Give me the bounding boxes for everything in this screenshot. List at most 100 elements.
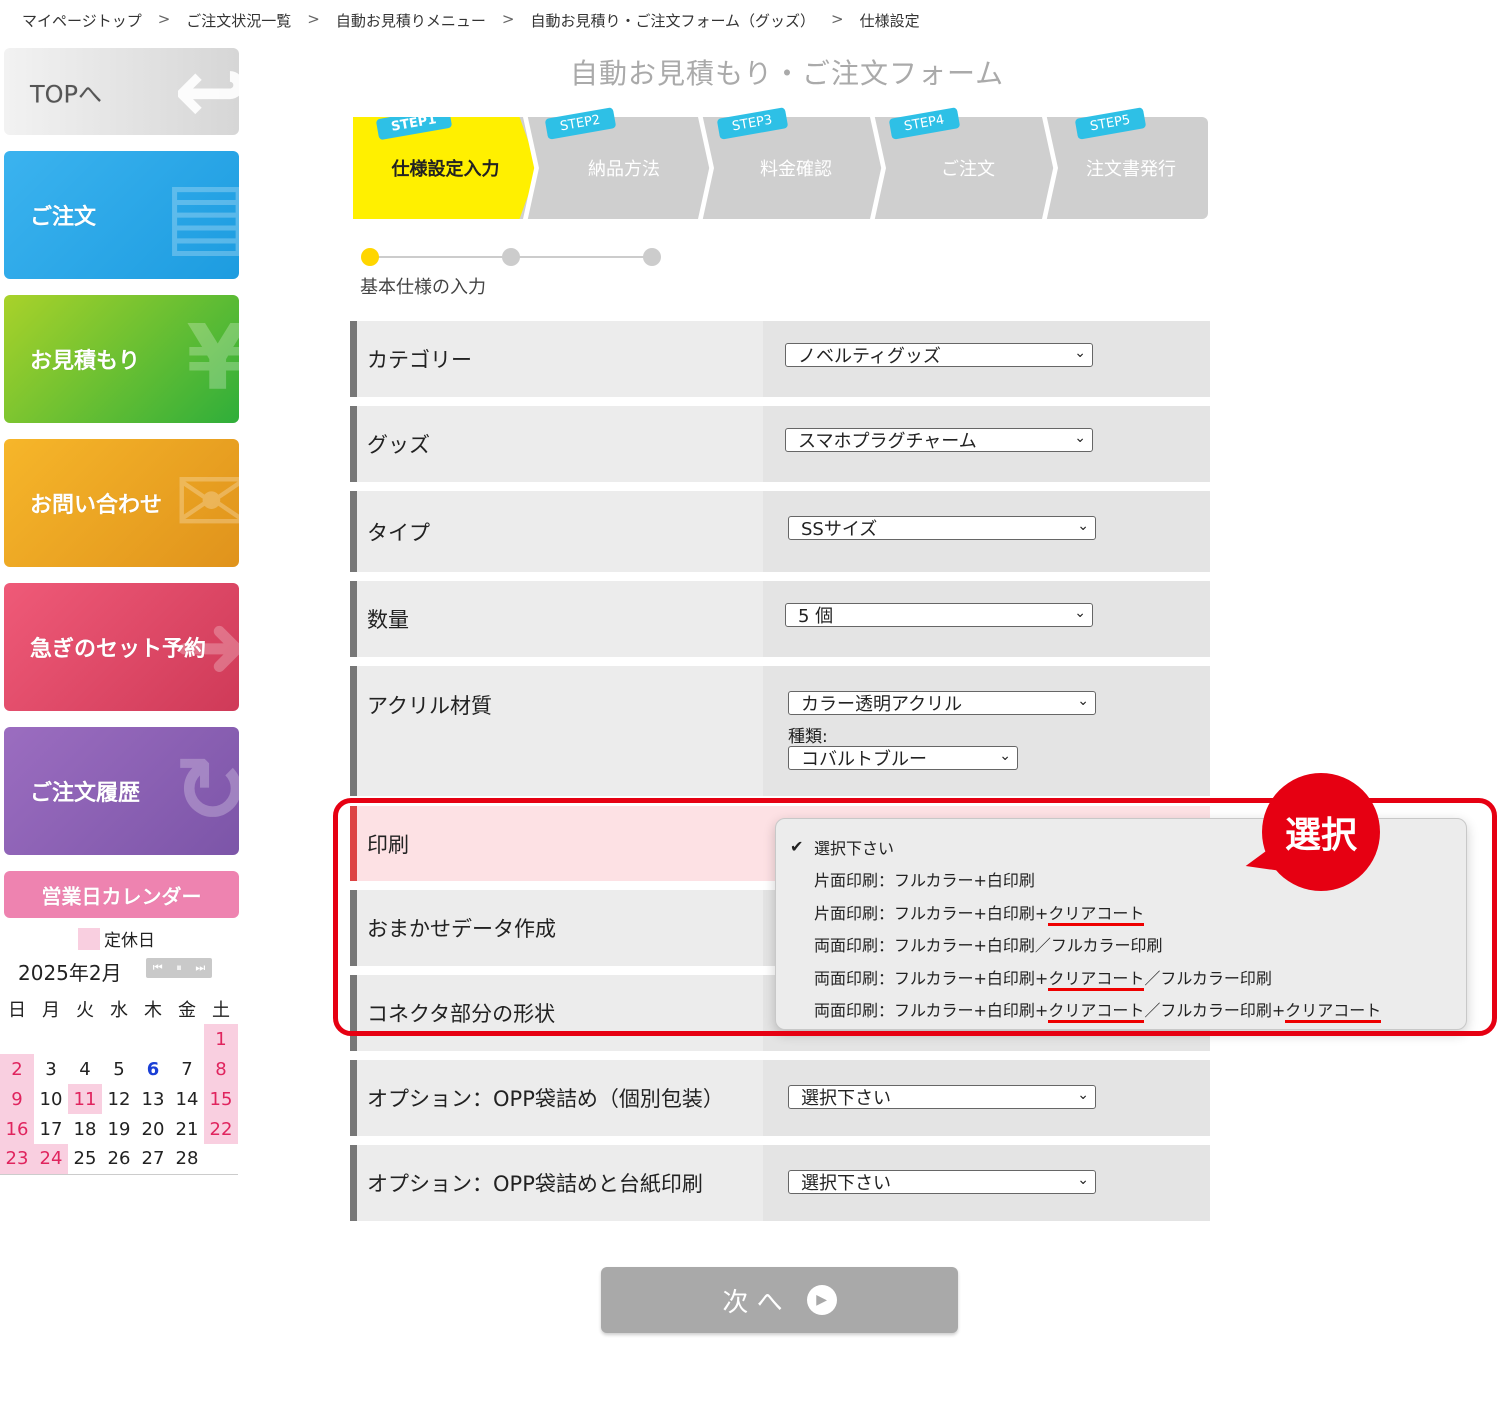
field-label: タイプ [357, 491, 763, 572]
kind-label: 種類: [788, 727, 828, 747]
calendar-day: 14 [175, 1088, 199, 1110]
field-label: アクリル材質 [357, 666, 763, 796]
select-value: 選択下さい [801, 1173, 891, 1194]
progress-dot [502, 248, 520, 266]
select-value: コバルトブルー [801, 749, 927, 770]
step-label: 料金確認 [760, 159, 832, 180]
step-3: STEP3 料金確認 [710, 107, 882, 219]
history-icon: ↻ [173, 738, 239, 843]
opp-select[interactable]: 選択下さい ⌄ [788, 1085, 1096, 1109]
sidebar-inquiry-button[interactable]: ✉ お問い合わせ [4, 439, 239, 567]
crumb-order-status[interactable]: ご注文状況一覧 [186, 10, 291, 31]
calendar-day: 4 [79, 1058, 91, 1080]
crumb-separator: > [831, 10, 844, 28]
step-label: 仕様設定入力 [391, 159, 500, 180]
page-title: 自動お見積もり・ご注文フォーム [570, 57, 1005, 90]
weekday: 火 [76, 1000, 94, 1021]
calendar-day: 26 [102, 1144, 136, 1175]
field-label: グッズ [357, 406, 763, 482]
calendar-day-today: 6 [146, 1058, 160, 1080]
field-label: オプション：OPP袋詰めと台紙印刷 [357, 1145, 763, 1221]
calendar-day: 28 [170, 1144, 204, 1175]
sidebar-inquiry-label: お問い合わせ [30, 493, 163, 518]
prev-month-icon[interactable]: ⏮ [153, 961, 163, 975]
weekday: 木 [144, 1000, 162, 1021]
quantity-select[interactable]: 5 個 ⌄ [785, 603, 1093, 627]
calendar-day: 20 [141, 1118, 165, 1140]
calendar-day: 16 [0, 1114, 34, 1144]
calendar-day: 5 [113, 1058, 125, 1080]
select-value: SSサイズ [801, 519, 878, 540]
calendar-day: 1 [204, 1024, 238, 1054]
next-button[interactable]: 次 へ ▶ [601, 1267, 958, 1333]
sidebar-rush-button[interactable]: ➜ 急ぎのセット予約 [4, 583, 239, 711]
calendar-header: 営業日カレンダー [4, 871, 239, 918]
calendar-day: 19 [107, 1118, 131, 1140]
calendar-day: 21 [175, 1118, 199, 1140]
crumb-separator: > [501, 10, 515, 28]
sidebar-estimate-label: お見積もり [30, 349, 141, 374]
sidebar-top-button[interactable]: ↩ TOPへ [4, 48, 239, 135]
crumb-mypage[interactable]: マイページトップ [22, 10, 142, 31]
step-1: STEP1 仕様設定入力 [353, 117, 538, 219]
chevron-down-icon: ⌄ [1074, 430, 1086, 446]
sidebar-rush-label: 急ぎのセット予約 [30, 637, 207, 662]
holiday-legend: 定休日 [78, 926, 155, 951]
row-type: タイプ SSサイズ ⌄ [350, 491, 1210, 572]
crumb-form[interactable]: 自動お見積り・ご注文フォーム（グッズ） [530, 10, 815, 31]
calendar-day: 15 [204, 1084, 238, 1114]
sub-step-label: 基本仕様の入力 [360, 277, 486, 298]
play-icon: ▶ [806, 1285, 837, 1315]
step-5: STEP5 注文書発行 [1054, 107, 1208, 219]
step-indicator: STEP1 仕様設定入力 STEP2 納品方法 STEP3 料金確認 STEP4 ご注文… [353, 107, 1208, 219]
sidebar-history-button[interactable]: ↻ ご注文履歴 [4, 727, 239, 855]
next-month-icon[interactable]: ⏭ [195, 961, 205, 975]
calendar-day: 18 [73, 1118, 97, 1140]
calendar-nav[interactable]: ⏮ ⏸ ⏭ [146, 958, 212, 978]
sidebar-top-label: TOPへ [30, 80, 103, 108]
field-label: 数量 [357, 581, 763, 657]
sidebar-order-label: ご注文 [30, 205, 97, 230]
calendar-day: 7 [181, 1058, 193, 1080]
weekday: 金 [178, 1000, 196, 1021]
crumb-separator: > [157, 10, 171, 28]
row-opp-card: オプション：OPP袋詰めと台紙印刷 選択下さい ⌄ [350, 1145, 1210, 1221]
acrylic-select[interactable]: カラー透明アクリル ⌄ [788, 691, 1096, 715]
breadcrumb: マイページトップ > ご注文状況一覧 > 自動お見積りメニュー > 自動お見積り・ご注… [22, 10, 920, 31]
calendar-month: 2025年2月 [18, 961, 122, 985]
type-select[interactable]: SSサイズ ⌄ [788, 516, 1096, 540]
opp-card-select[interactable]: 選択下さい ⌄ [788, 1170, 1096, 1194]
select-value: 5 個 [798, 606, 834, 627]
chevron-down-icon: ⌄ [999, 748, 1011, 764]
return-arrow-icon: ↩ [173, 48, 239, 135]
progress-dot-active [361, 248, 379, 266]
calendar-grid: 日 月 火 水 木 金 土 1 2345678 9 10 11 12 13 14 15 16… [0, 994, 238, 1175]
weekday: 水 [110, 1000, 128, 1021]
sidebar-estimate-button[interactable]: ¥ お見積もり [4, 295, 239, 423]
step-4: STEP4 ご注文 [882, 107, 1054, 219]
next-button-label: 次 へ [722, 1287, 783, 1318]
select-value: 選択下さい [801, 1088, 891, 1109]
sidebar-order-button[interactable]: ▤ ご注文 [4, 151, 239, 279]
category-select[interactable]: ノベルティグッズ ⌄ [785, 343, 1093, 367]
document-icon: ▤ [163, 162, 239, 267]
select-value: ノベルティグッズ [798, 346, 941, 367]
row-acrylic: アクリル材質 カラー透明アクリル ⌄ 種類: コバルトブルー ⌄ [350, 666, 1210, 796]
progress-dot [643, 248, 661, 266]
calendar-day: 9 [0, 1084, 34, 1114]
calendar-day: 8 [204, 1054, 238, 1084]
calendar-title: 営業日カレンダー [41, 884, 202, 908]
crumb-estimate-menu[interactable]: 自動お見積りメニュー [336, 10, 486, 31]
goods-select[interactable]: スマホプラグチャーム ⌄ [785, 428, 1093, 452]
crumb-current: 仕様設定 [859, 12, 920, 30]
sidebar-history-label: ご注文履歴 [30, 781, 141, 806]
weekday: 日 [8, 1000, 26, 1021]
calendar-day: 22 [204, 1114, 238, 1144]
weekday: 土 [212, 1000, 230, 1021]
acrylic-kind-select[interactable]: コバルトブルー ⌄ [788, 746, 1018, 770]
chevron-down-icon: ⌄ [1077, 693, 1089, 709]
calendar-day: 3 [45, 1058, 57, 1080]
holiday-swatch [78, 927, 100, 950]
pause-icon[interactable]: ⏸ [176, 961, 182, 975]
chevron-down-icon: ⌄ [1077, 1087, 1089, 1103]
